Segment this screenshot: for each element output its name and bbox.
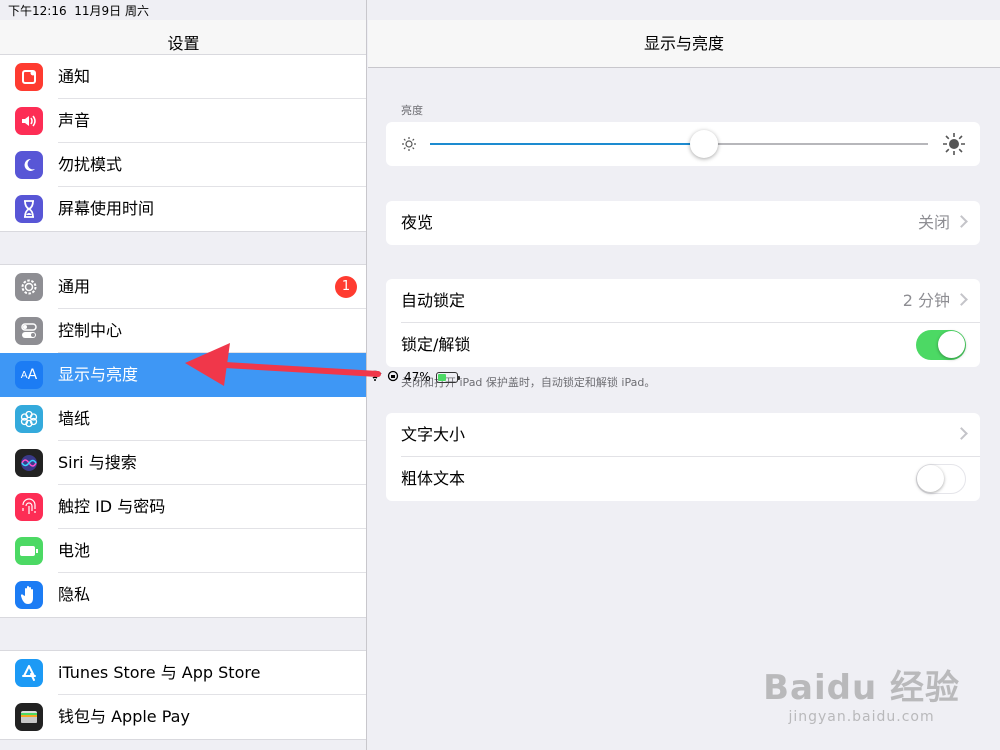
siri-icon: [15, 449, 43, 477]
sidebar-group-2: 通用 1 控制中心 AA 显示与亮度 墙纸 Siri 与搜索 触控 ID 与密码…: [0, 264, 366, 618]
sidebar-group-3: iTunes Store 与 App Store 钱包与 Apple Pay: [0, 650, 366, 740]
status-bar: 下午12:16 11月9日 周六 47%: [0, 0, 1000, 384]
sidebar-item-control-center[interactable]: 控制中心: [0, 309, 366, 353]
orientation-lock-icon: [387, 370, 399, 385]
hand-icon: [15, 581, 43, 609]
notifications-icon: [15, 63, 43, 91]
sidebar-item-notifications[interactable]: 通知: [0, 55, 366, 99]
sidebar-item-sound[interactable]: 声音: [0, 99, 366, 143]
status-date: 11月9日 周六: [74, 4, 149, 18]
sidebar-item-dnd[interactable]: 勿扰模式: [0, 143, 366, 187]
sidebar-item-label: 通用: [58, 277, 91, 296]
battery-status-icon: [435, 371, 460, 383]
sidebar-item-screen-time[interactable]: 屏幕使用时间: [0, 187, 366, 231]
sidebar-item-label: 声音: [58, 111, 91, 130]
sidebar-group-1: 通知 声音 勿扰模式 屏幕使用时间: [0, 54, 366, 232]
wallet-icon: [15, 703, 43, 731]
sidebar-item-label: 隐私: [58, 585, 91, 604]
status-time: 下午12:16: [8, 4, 67, 18]
sidebar-item-touch-id[interactable]: 触控 ID 与密码: [0, 485, 366, 529]
settings-sidebar: 设置 通知 声音 勿扰模式 屏幕使用时间 通用 1 控制中心 A A 显示与亮度…: [0, 0, 367, 750]
sidebar-item-general[interactable]: 通用 1: [0, 265, 366, 309]
sidebar-item-label: Siri 与搜索: [58, 453, 137, 472]
sidebar-item-app-store[interactable]: iTunes Store 与 App Store: [0, 651, 366, 695]
sidebar-item-label: 显示与亮度: [58, 365, 139, 384]
wifi-icon: [368, 370, 382, 384]
aa-icon: AA: [15, 361, 43, 389]
sidebar-item-label: 勿扰模式: [58, 155, 123, 174]
toggles-icon: [15, 317, 43, 345]
appstore-icon: [15, 659, 43, 687]
sidebar-item-label: 触控 ID 与密码: [58, 497, 166, 516]
sidebar-item-battery[interactable]: 电池: [0, 529, 366, 573]
sidebar-item-privacy[interactable]: 隐私: [0, 573, 366, 617]
fingerprint-icon: [15, 493, 43, 521]
notification-badge: 1: [335, 276, 357, 298]
sidebar-item-label: 墙纸: [58, 409, 91, 428]
sidebar-item-siri[interactable]: Siri 与搜索: [0, 441, 366, 485]
sidebar-item-label: 屏幕使用时间: [58, 199, 155, 218]
sound-icon: [15, 107, 43, 135]
battery-icon: [15, 537, 43, 565]
sidebar-item-label: 电池: [58, 541, 91, 560]
hourglass-icon: [15, 195, 43, 223]
battery-percent: 47%: [404, 370, 431, 384]
flower-icon: [15, 405, 43, 433]
sidebar-item-display-brightness[interactable]: AA 显示与亮度: [0, 353, 366, 397]
sidebar-item-label: 控制中心: [58, 321, 123, 340]
sidebar-item-label: iTunes Store 与 App Store: [58, 663, 261, 682]
gear-icon: [15, 273, 43, 301]
sidebar-item-label: 钱包与 Apple Pay: [58, 707, 190, 726]
sidebar-item-wallet[interactable]: 钱包与 Apple Pay: [0, 695, 366, 739]
sidebar-item-wallpaper[interactable]: 墙纸: [0, 397, 366, 441]
sidebar-item-label: 通知: [58, 67, 91, 86]
moon-icon: [15, 151, 43, 179]
